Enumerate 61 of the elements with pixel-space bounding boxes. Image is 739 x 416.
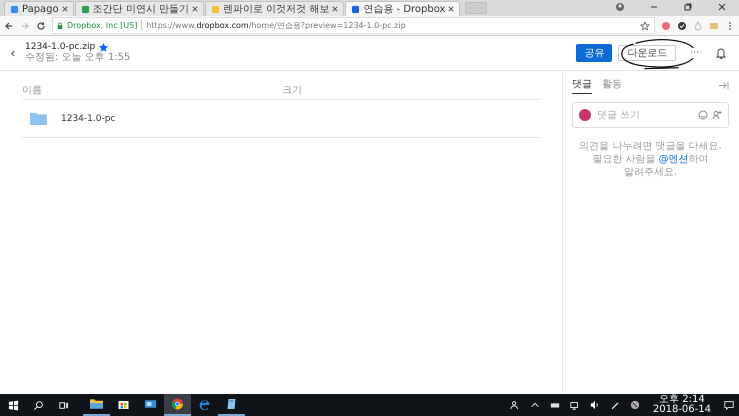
avatar-icon: [579, 109, 591, 121]
folder-icon: [90, 398, 103, 410]
network-icon[interactable]: [570, 400, 580, 410]
back-icon[interactable]: [4, 20, 14, 30]
back-icon[interactable]: [10, 48, 17, 58]
bell-icon[interactable]: [715, 47, 727, 59]
emoji-icon[interactable]: [698, 110, 708, 120]
browser-tab[interactable]: 렌파이로 이것저것 해보: [205, 1, 344, 16]
mention-link[interactable]: @멘션: [658, 154, 689, 165]
restore-icon[interactable]: [683, 2, 693, 12]
star-icon[interactable]: [99, 42, 108, 52]
browser-tab[interactable]: 조간단 미연시 만들기: [74, 1, 204, 16]
comment-field[interactable]: 댓글 쓰기: [572, 102, 729, 128]
address-bar[interactable]: Dropbox, Inc [US] https://www.dropbox.com/home/연습용?preview=1234-1.0-pc.zip: [52, 17, 655, 34]
notification-icon[interactable]: [724, 400, 734, 410]
comment-hint: 의견을 나누려면 댓글을 다세요. 필요한 사람을 @멘션하여 알려주세요.: [578, 140, 723, 179]
file-name: 1234-1.0-pc.zip: [25, 42, 96, 52]
blocked-icon[interactable]: [630, 400, 640, 410]
panel-tab[interactable]: 활동: [602, 76, 622, 94]
security-label: Dropbox, Inc [US]: [67, 21, 138, 30]
browser-tab[interactable]: Papago: [4, 1, 74, 16]
favicon-icon: [80, 4, 90, 14]
extension-icon[interactable]: [677, 20, 687, 30]
close-icon[interactable]: [62, 6, 68, 12]
chrome-logo-icon: [171, 398, 184, 410]
modified-text: 수정됨: 오늘 오후 1:55: [25, 52, 130, 64]
panel-tab[interactable]: 댓글: [572, 76, 592, 94]
people-icon[interactable]: [510, 400, 520, 410]
download-button[interactable]: 다운로드: [618, 45, 676, 61]
close-icon[interactable]: [448, 6, 454, 12]
lock-icon: [57, 22, 63, 30]
account-icon[interactable]: [615, 2, 625, 12]
star-icon[interactable]: [640, 20, 650, 30]
collapse-icon[interactable]: [718, 80, 729, 90]
file-row[interactable]: 1234-1.0-pc: [22, 100, 540, 138]
favicon-icon: [211, 4, 220, 14]
store-bag-icon: [117, 398, 130, 410]
close-icon[interactable]: [717, 2, 727, 12]
more-button[interactable]: ···: [688, 48, 701, 58]
add-person-icon[interactable]: [712, 110, 722, 120]
volume-icon[interactable]: [590, 400, 600, 410]
url-text: https://www.dropbox.com/home/연습용?preview=1234-1.0-pc.zip: [141, 20, 406, 31]
clock[interactable]: 오후 2:14 2018-06-14: [652, 395, 711, 415]
chrome-app-button[interactable]: [164, 394, 191, 416]
share-button[interactable]: 공유: [576, 44, 612, 62]
mail-icon: [144, 398, 157, 410]
clock-date: 2018-06-14: [652, 405, 711, 415]
start-icon[interactable]: [8, 400, 19, 410]
notepad-icon: [225, 398, 238, 410]
reload-icon[interactable]: [36, 20, 46, 30]
search-icon[interactable]: [33, 400, 44, 410]
folder-icon: [30, 112, 47, 125]
close-icon[interactable]: [332, 6, 338, 12]
edge-logo-icon: [198, 398, 211, 410]
favicon-icon: [10, 4, 19, 14]
task-view-icon[interactable]: [58, 400, 69, 410]
close-icon[interactable]: [192, 6, 198, 12]
browser-tab[interactable]: 연습용 - Dropbox: [345, 1, 460, 16]
comment-input[interactable]: 댓글 쓰기: [595, 108, 694, 122]
clock-time: 오후 2:14: [659, 395, 705, 405]
favicon-icon: [351, 4, 360, 14]
